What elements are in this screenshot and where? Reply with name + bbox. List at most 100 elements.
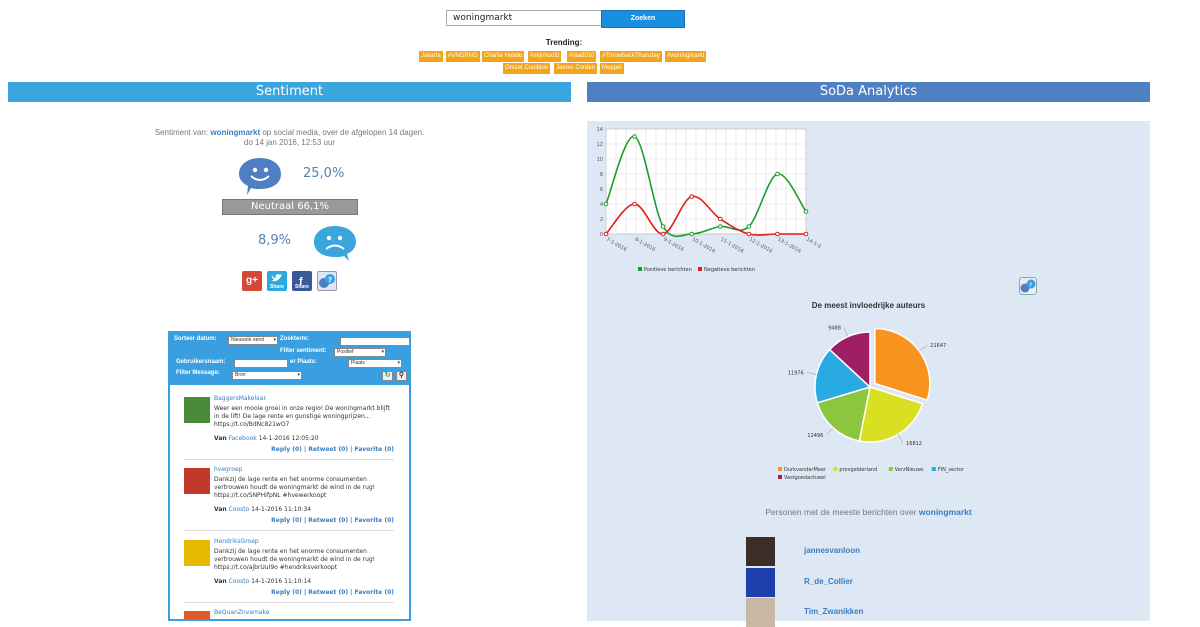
trend-tag[interactable]: #ThrowbackThursday	[600, 51, 662, 62]
search-button[interactable]: Zoeken	[601, 10, 685, 28]
message-meta: Van Coosto 14-1-2016 11:10:34	[214, 506, 312, 513]
data-label: 11976	[788, 370, 804, 376]
x-tick-label: 9-1-2016	[662, 237, 685, 254]
twitter-share-label: Share	[270, 284, 284, 290]
sentiment-suffix: op social media, over de afgelopen 14 da…	[262, 128, 425, 137]
data-point	[603, 201, 609, 207]
trend-tag[interactable]: James Corden	[554, 63, 598, 74]
divider	[184, 530, 394, 531]
username-input[interactable]	[234, 359, 288, 368]
legend-swatch	[833, 467, 838, 471]
data-point	[632, 134, 637, 139]
trend-tag[interactable]: Omzet Coolblue	[503, 63, 551, 74]
facebook-share-button[interactable]: f Share	[292, 271, 312, 291]
data-label: 16812	[906, 441, 922, 447]
message-source[interactable]: Facebook	[229, 435, 257, 442]
trend-tag[interactable]: #woningmarkt	[665, 51, 707, 62]
message-author[interactable]: hvegroep	[214, 466, 242, 474]
data-point	[632, 201, 637, 207]
trend-tag[interactable]: #mijnhoofd	[528, 51, 562, 62]
label-leader	[826, 427, 834, 436]
message-author[interactable]: BeQuanZnvamake	[214, 609, 269, 617]
message-source[interactable]: Coosto	[229, 578, 250, 585]
chevron-down-icon: ▾	[297, 372, 300, 378]
avatar	[184, 611, 210, 619]
search-term-label: Zoekterm:	[280, 336, 310, 342]
trend-tag[interactable]: Charlie Hebdo	[482, 51, 525, 62]
legend-swatch	[778, 467, 782, 471]
data-point	[689, 194, 695, 199]
search-term-input[interactable]	[340, 337, 409, 346]
sad-face-icon	[314, 226, 356, 261]
username-label: Gebruikersnaam:	[176, 359, 226, 365]
data-label: 21647	[930, 343, 946, 349]
avatar	[746, 568, 775, 597]
person-name[interactable]: Tim_Zwanikken	[804, 607, 863, 616]
list-item: BaggersMakelaar Weer een mooie groei in …	[184, 395, 394, 457]
sort-select[interactable]: Nieuwste eerst ▾	[228, 336, 278, 345]
twitter-icon	[271, 274, 282, 282]
y-tick-label: 8	[600, 172, 603, 178]
help-icon: ?	[319, 274, 335, 288]
chevron-down-icon: ▾	[397, 360, 400, 366]
sentiment-keyword[interactable]: woningmarkt	[210, 128, 260, 137]
place-select[interactable]: Plaats ▾	[348, 359, 402, 368]
list-item: hvegroep Dankzij de lage rente en het en…	[184, 466, 394, 528]
google-plus-button[interactable]: g+	[242, 271, 262, 291]
message-text: Dankzij de lage rente en het enorme cons…	[214, 548, 376, 571]
label-leader	[897, 434, 904, 444]
legend-label: DurkvanderMeer	[784, 467, 827, 473]
y-tick-label: 14	[597, 127, 603, 133]
data-point	[717, 224, 723, 229]
trend-tag[interactable]: #VNGRNG	[446, 51, 480, 62]
refresh-icon[interactable]: ↻	[382, 371, 393, 381]
sort-label: Sorteer datum:	[174, 336, 217, 342]
negative-percentage: 8,9%	[258, 233, 292, 248]
trend-tag[interactable]: Meppel	[600, 63, 624, 74]
message-actions[interactable]: Reply (0) | Retweet (0) | Favorite (0)	[271, 589, 394, 597]
trending-title: Trending:	[545, 38, 583, 47]
svg-text:?: ?	[328, 276, 332, 284]
facebook-icon: f	[299, 276, 303, 288]
persons-title-prefix: Personen met de meeste berichten over	[765, 507, 917, 517]
message-actions[interactable]: Reply (0) | Retweet (0) | Favorite (0)	[271, 446, 394, 454]
person-name[interactable]: R_de_Collier	[804, 577, 853, 586]
source-select[interactable]: Bron ▾	[232, 371, 302, 380]
list-item: HendriksGroep Dankzij de lage rente en h…	[184, 538, 394, 600]
person-name[interactable]: jannesvanloon	[804, 546, 860, 555]
legend-label: Vastgoedactueel	[784, 475, 826, 481]
message-meta: Van Facebook 14-1-2016 12:05:20	[214, 435, 319, 442]
sentiment-filter-label: Filter sentiment:	[280, 348, 327, 354]
data-point	[803, 209, 809, 214]
data-point	[803, 231, 809, 237]
positive-percentage: 25,0%	[303, 166, 345, 181]
x-tick-label: 7-1-2016	[605, 237, 628, 254]
avatar	[184, 540, 210, 566]
x-tick-label: 10-1-2016	[691, 237, 716, 255]
x-tick-label: 8-1-2016	[634, 237, 657, 254]
analytics-help-button[interactable]: ?	[1019, 277, 1037, 295]
trend-tag[interactable]: #raad010	[567, 51, 597, 62]
pie-slice	[874, 327, 931, 402]
legend-swatch	[888, 467, 893, 471]
message-author[interactable]: HendriksGroep	[214, 538, 259, 546]
message-source[interactable]: Coosto	[229, 506, 250, 513]
data-point	[660, 224, 666, 229]
message-text: Weer een mooie groei in onze regio! De w…	[214, 405, 390, 428]
sentiment-header: Sentiment	[8, 82, 571, 102]
message-author[interactable]: BaggersMakelaar	[214, 395, 266, 403]
persons-title: Personen met de meeste berichten over wo…	[587, 507, 1150, 517]
chevron-down-icon: ▾	[381, 349, 384, 355]
help-button[interactable]: ?	[317, 271, 337, 291]
avatar	[184, 397, 210, 423]
twitter-share-button[interactable]: Share	[267, 271, 287, 291]
persons-keyword[interactable]: woningmarkt	[919, 507, 972, 517]
search-icon[interactable]: ⚲	[396, 371, 407, 381]
message-actions[interactable]: Reply (0) | Retweet (0) | Favorite (0)	[271, 517, 394, 525]
trend-tag[interactable]: Jakarta	[419, 51, 443, 62]
label-leader	[843, 327, 849, 337]
label-leader	[806, 372, 817, 375]
sentiment-date: do 14 jan 2016, 12:53 uur	[243, 138, 336, 147]
search-input[interactable]	[446, 10, 602, 26]
sentiment-filter-select[interactable]: Positief ▾	[334, 348, 386, 357]
